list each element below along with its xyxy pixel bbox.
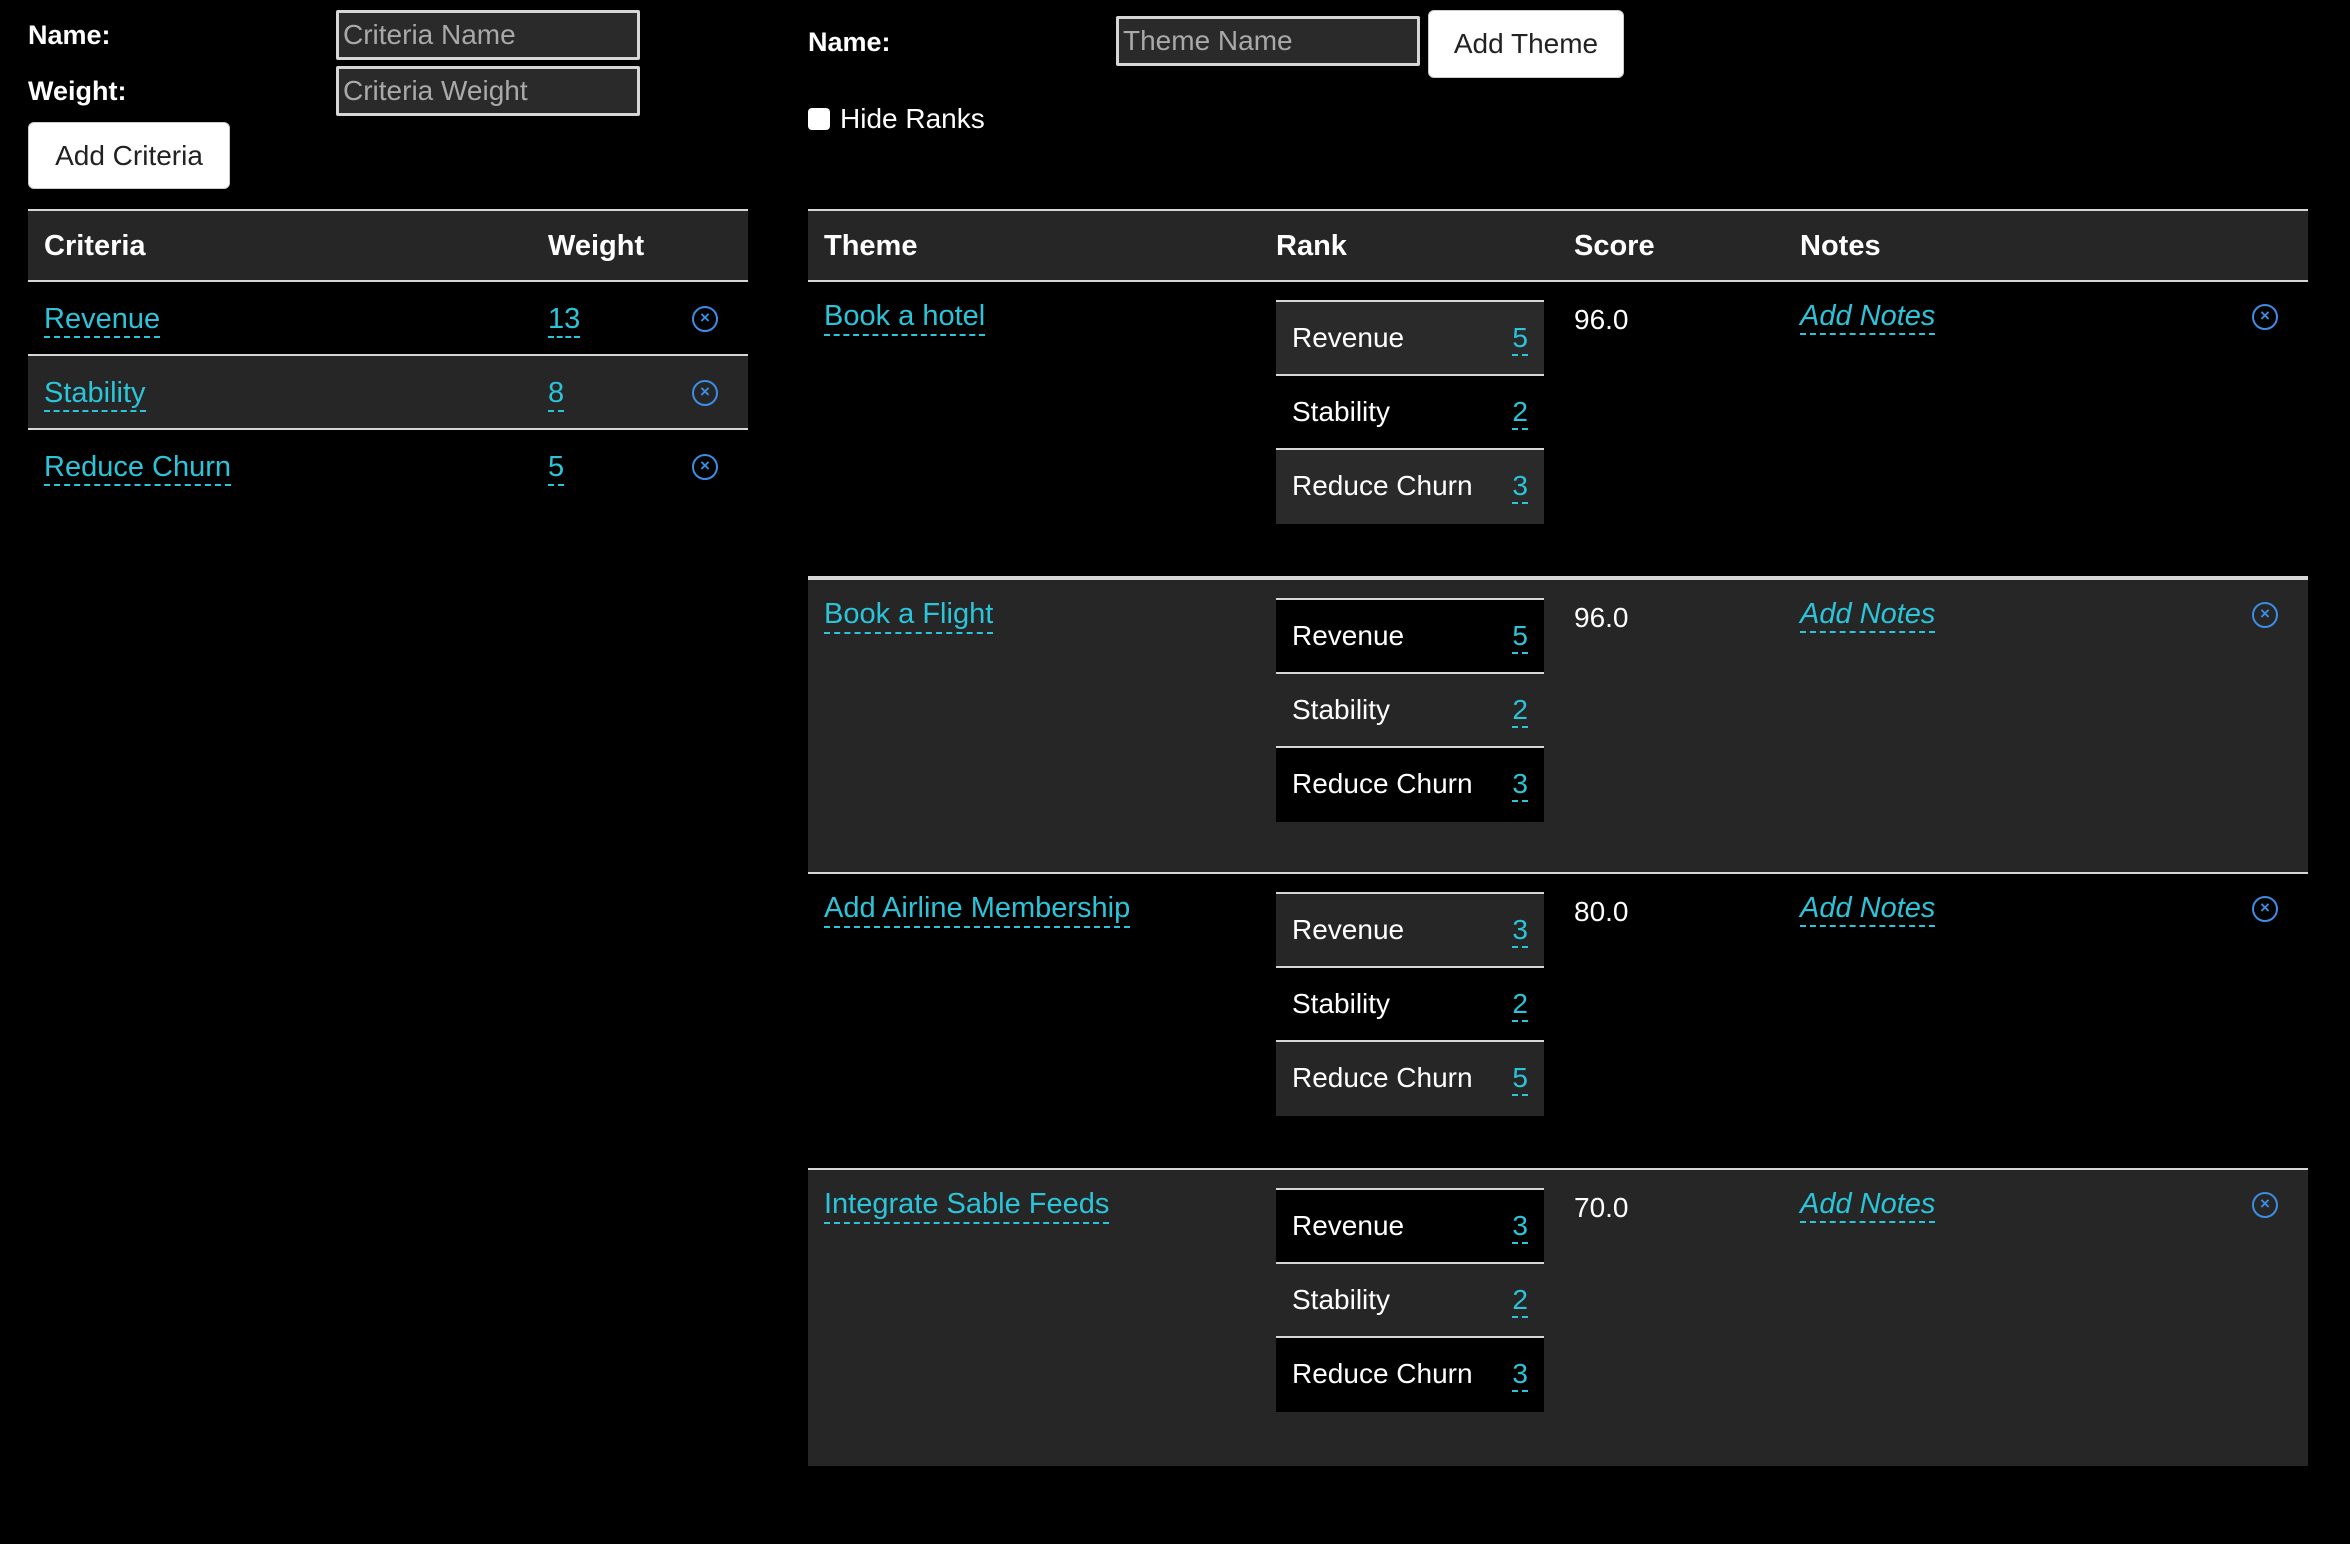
criteria-name-label: Name: [28,20,111,50]
rank-value-link[interactable]: 5 [1512,1062,1528,1096]
add-theme-button[interactable]: Add Theme [1428,10,1624,78]
rank-value-link[interactable]: 3 [1512,1358,1528,1392]
theme-name-link[interactable]: Add Airline Membership [824,892,1131,928]
theme-name-link[interactable]: Book a hotel [824,300,986,336]
add-notes-link[interactable]: Add Notes [1800,300,1936,335]
rank-row: Revenue 3 [1276,894,1544,968]
criteria-weight-input[interactable] [336,66,640,116]
close-circle-icon[interactable]: × [692,306,718,332]
rank-value-link[interactable]: 2 [1512,988,1528,1022]
rank-row: Stability 2 [1276,968,1544,1042]
theme-name-link[interactable]: Integrate Sable Feeds [824,1188,1110,1224]
rank-row: Revenue 5 [1276,302,1544,376]
rank-row: Reduce Churn 3 [1276,748,1544,822]
theme-name-label: Name: [808,27,891,57]
add-notes-link[interactable]: Add Notes [1800,892,1936,927]
theme-score: 96.0 [1574,304,1629,335]
table-row: Add Airline Membership Revenue 3 Stabilit… [808,874,2308,1170]
table-row: Reduce Churn 5 × [28,430,748,504]
rank-row: Reduce Churn 3 [1276,1338,1544,1412]
rank-row: Reduce Churn 5 [1276,1042,1544,1116]
rank-list: Revenue 3 Stability 2 Reduce Churn 3 [1276,1188,1544,1412]
theme-score: 70.0 [1574,1192,1629,1223]
rank-value-link[interactable]: 3 [1512,768,1528,802]
hide-ranks-checkbox[interactable] [808,108,830,130]
criteria-name-input[interactable] [336,10,640,60]
criteria-weight-label: Weight: [28,76,127,106]
close-circle-icon[interactable]: × [692,454,718,480]
rank-criteria-label: Reduce Churn [1292,470,1473,501]
rank-criteria-label: Stability [1292,988,1391,1019]
criteria-name-link[interactable]: Reduce Churn [44,451,231,486]
rank-value-link[interactable]: 5 [1512,620,1528,654]
rank-criteria-label: Stability [1292,694,1391,725]
rank-value-link[interactable]: 2 [1512,1284,1528,1318]
rank-criteria-label: Revenue [1292,322,1405,353]
criteria-weight-link[interactable]: 13 [548,303,581,338]
close-circle-icon[interactable]: × [2252,602,2278,628]
criteria-name-link[interactable]: Revenue [44,303,161,338]
themes-table: Theme Rank Score Notes Book a hotel Reve… [808,209,2308,1466]
hide-ranks-label: Hide Ranks [840,103,985,134]
rank-criteria-label: Reduce Churn [1292,1062,1473,1093]
rank-value-link[interactable]: 2 [1512,694,1528,728]
criteria-table-header: Criteria Weight [28,209,748,282]
rank-value-link[interactable]: 5 [1512,322,1528,356]
rank-list: Revenue 3 Stability 2 Reduce Churn 5 [1276,892,1544,1116]
criteria-weight-link[interactable]: 8 [548,377,565,412]
table-row: Book a hotel Revenue 5 Stability 2 Reduce … [808,209,2308,578]
rank-criteria-label: Revenue [1292,620,1405,651]
add-notes-link[interactable]: Add Notes [1800,598,1936,633]
rank-value-link[interactable]: 3 [1512,914,1528,948]
rank-list: Revenue 5 Stability 2 Reduce Churn 3 [1276,300,1544,524]
weight-column-header: Weight [548,230,645,262]
criteria-table: Criteria Weight Revenue 13 × Stability 8… [28,209,748,504]
rank-value-link[interactable]: 3 [1512,1210,1528,1244]
add-notes-link[interactable]: Add Notes [1800,1188,1936,1223]
rank-criteria-label: Stability [1292,396,1391,427]
rank-row: Reduce Churn 3 [1276,450,1544,524]
rank-criteria-label: Revenue [1292,1210,1405,1241]
rank-row: Stability 2 [1276,674,1544,748]
rank-value-link[interactable]: 3 [1512,470,1528,504]
criteria-weight-link[interactable]: 5 [548,451,565,486]
table-row: Revenue 13 × [28,282,748,356]
table-row: Integrate Sable Feeds Revenue 3 Stability… [808,1170,2308,1466]
rank-value-link[interactable]: 2 [1512,396,1528,430]
add-criteria-button[interactable]: Add Criteria [28,122,230,189]
table-row: Stability 8 × [28,356,748,430]
close-circle-icon[interactable]: × [2252,896,2278,922]
theme-name-input[interactable] [1116,16,1420,66]
theme-score: 96.0 [1574,602,1629,633]
criteria-column-header: Criteria [44,230,146,262]
rank-row: Revenue 5 [1276,600,1544,674]
close-circle-icon[interactable]: × [692,380,718,406]
criteria-name-link[interactable]: Stability [44,377,146,412]
theme-name-link[interactable]: Book a Flight [824,598,994,634]
rank-criteria-label: Reduce Churn [1292,1358,1473,1389]
table-row: Book a Flight Revenue 5 Stability 2 Reduce… [808,578,2308,874]
theme-score: 80.0 [1574,896,1629,927]
rank-row: Revenue 3 [1276,1190,1544,1264]
close-circle-icon[interactable]: × [2252,304,2278,330]
rank-list: Revenue 5 Stability 2 Reduce Churn 3 [1276,598,1544,822]
rank-row: Stability 2 [1276,376,1544,450]
close-circle-icon[interactable]: × [2252,1192,2278,1218]
rank-row: Stability 2 [1276,1264,1544,1338]
rank-criteria-label: Reduce Churn [1292,768,1473,799]
rank-criteria-label: Stability [1292,1284,1391,1315]
rank-criteria-label: Revenue [1292,914,1405,945]
